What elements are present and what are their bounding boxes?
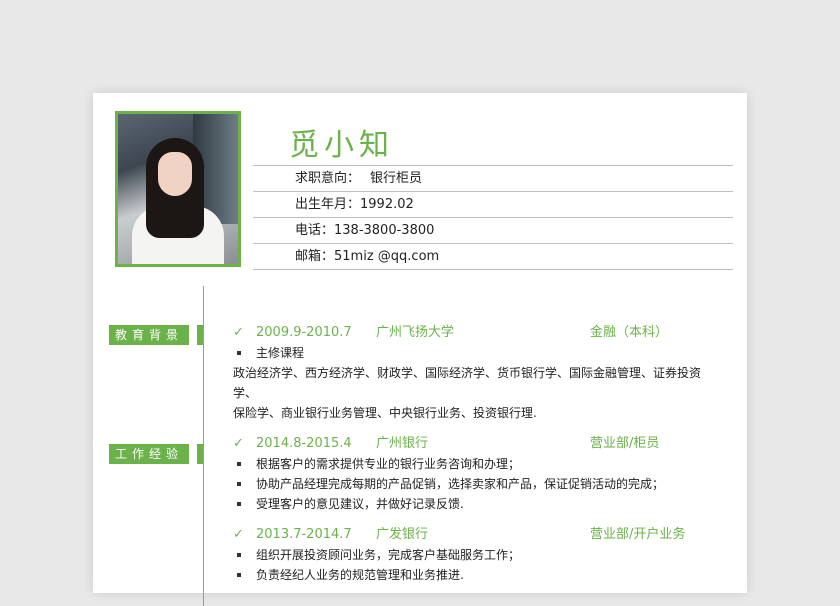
info-value: 银行柜员 — [370, 171, 423, 186]
candidate-name: 觅小知 — [289, 128, 394, 163]
entry-org: 广发银行 — [376, 527, 429, 542]
duty-item: 根据客户的需求提供专业的银行业务咨询和办理； — [233, 454, 713, 474]
course-list-line: 保险学、商业银行业务管理、中央银行业务、投资银行理. — [233, 406, 537, 420]
duty-item: 负责经纪人业务的规范管理和业务推进. — [233, 565, 713, 585]
duty-item: 协助产品经理完成每期的产品促销，选择卖家和产品，保证促销活动的完成； — [233, 474, 713, 494]
work-entry: ✓ 2013.7-2014.7 广发银行 营业部/开户业务 组织开展投资顾问业务… — [233, 525, 713, 585]
info-row-email: 邮箱：51miz @qq.com — [253, 243, 733, 270]
entry-header: ✓ 2014.8-2015.4 广州银行 营业部/柜员 — [233, 434, 713, 454]
check-icon: ✓ — [233, 325, 244, 340]
course-title: 主修课程 — [233, 343, 713, 363]
info-row-phone: 电话：138-3800-3800 — [253, 217, 733, 243]
entry-org: 广州飞扬大学 — [376, 325, 455, 340]
info-label: 邮箱： — [295, 249, 335, 264]
check-icon: ✓ — [233, 436, 244, 451]
info-row-birth: 出生年月：1992.02 — [253, 191, 733, 217]
profile-photo — [115, 111, 241, 267]
entry-date: 2013.7-2014.7 — [256, 527, 352, 542]
timeline-divider — [203, 286, 204, 606]
info-row-job-intent: 求职意向： 银行柜员 — [253, 165, 733, 191]
entry-date: 2014.8-2015.4 — [256, 436, 352, 451]
check-icon: ✓ — [233, 527, 244, 542]
section-tag-education: 教育背景 — [109, 325, 203, 345]
info-label: 求职意向： — [295, 171, 361, 186]
education-entry: ✓ 2009.9-2010.7 广州飞扬大学 金融（本科） 主修课程 政治经济学… — [233, 323, 713, 423]
entry-header: ✓ 2013.7-2014.7 广发银行 营业部/开户业务 — [233, 525, 713, 545]
resume-page: 觅小知 求职意向： 银行柜员 出生年月：1992.02 电话：138-3800-3… — [93, 93, 747, 606]
info-value: 1992.02 — [360, 197, 414, 212]
entry-role: 金融（本科） — [590, 325, 669, 340]
work-entry: ✓ 2014.8-2015.4 广州银行 营业部/柜员 根据客户的需求提供专业的… — [233, 434, 713, 514]
duty-item: 受理客户的意见建议，并做好记录反馈. — [233, 494, 713, 514]
section-tag-work: 工作经验 — [109, 444, 203, 464]
info-label: 出生年月： — [295, 197, 361, 212]
personal-info: 求职意向： 银行柜员 出生年月：1992.02 电话：138-3800-3800 … — [253, 165, 733, 270]
duty-item: 组织开展投资顾问业务，完成客户基础服务工作； — [233, 545, 713, 565]
info-label: 电话： — [295, 223, 335, 238]
course-list-line: 政治经济学、西方经济学、财政学、国际经济学、货币银行学、国际金融管理、证券投资学… — [233, 366, 702, 400]
entry-role: 营业部/开户业务 — [590, 527, 686, 542]
info-value: 138-3800-3800 — [334, 223, 435, 238]
entry-role: 营业部/柜员 — [590, 436, 660, 451]
entry-org: 广州银行 — [376, 436, 429, 451]
entry-header: ✓ 2009.9-2010.7 广州飞扬大学 金融（本科） — [233, 323, 713, 343]
entry-date: 2009.9-2010.7 — [256, 325, 352, 340]
info-value: 51miz @qq.com — [334, 249, 440, 264]
